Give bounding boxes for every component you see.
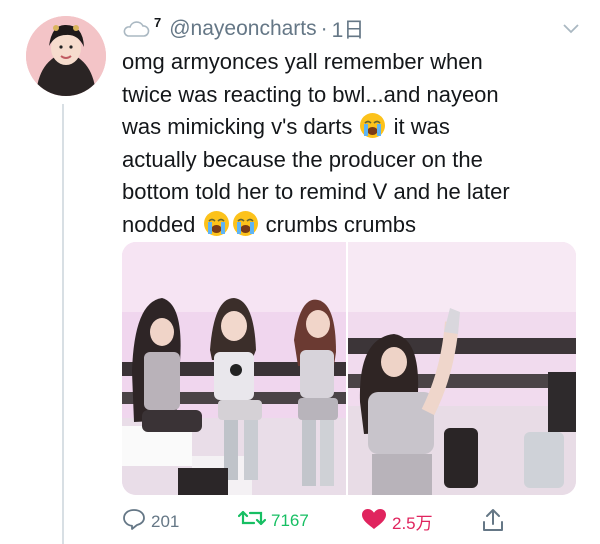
tweet-actions: 201 7167 2.5万 [122,508,522,538]
media-photo-2[interactable] [348,242,576,495]
tweet-line: bottom told her to remind V and he later [122,179,510,204]
tweet-text-segment: was mimicking v's darts [122,114,353,139]
share-icon [482,508,509,537]
reply-count: 201 [151,511,180,531]
like-count: 2.5万 [392,514,433,533]
reply-button[interactable]: 201 [122,508,179,535]
tweet-text-segment: crumbs crumbs [265,211,417,237]
tweet-text-segment: nodded [122,211,196,237]
like-button[interactable]: 2.5万 [361,508,433,535]
tweet-line: was mimicking v's darts it was [122,111,577,144]
tweet-line: actually because the producer on the [122,146,483,172]
cloud-icon [122,20,150,38]
user-handle[interactable]: @nayeoncharts [169,17,316,41]
reply-icon [122,508,151,535]
tweet-header: 7 @nayeoncharts · 1日 [122,14,580,44]
avatar[interactable] [26,16,106,96]
crying-face-emoji-icon [232,210,259,237]
badge-number: 7 [154,14,162,30]
tweet-media[interactable] [122,242,576,495]
tweet-timestamp[interactable]: 1日 [332,14,365,44]
tweet-text: omg armyonces yall remember when twice w… [122,46,577,241]
separator-dot: · [320,17,328,40]
chevron-down-icon[interactable] [562,20,580,38]
tweet-line: nodded crumbs crumbs [122,209,577,242]
retweet-icon [237,508,271,533]
tweet-line: twice was reacting to bwl...and nayeon [122,81,499,107]
heart-icon [361,508,392,535]
crying-face-emoji-icon [359,112,386,139]
thread-line [62,104,64,544]
retweet-count: 7167 [271,510,309,530]
media-photo-1[interactable] [122,242,346,495]
retweet-button[interactable]: 7167 [237,508,309,533]
crying-face-emoji-icon [203,210,230,237]
tweet-line: omg armyonces yall remember when [122,49,483,74]
share-button[interactable] [482,508,509,537]
tweet-text-segment: it was [393,114,450,139]
